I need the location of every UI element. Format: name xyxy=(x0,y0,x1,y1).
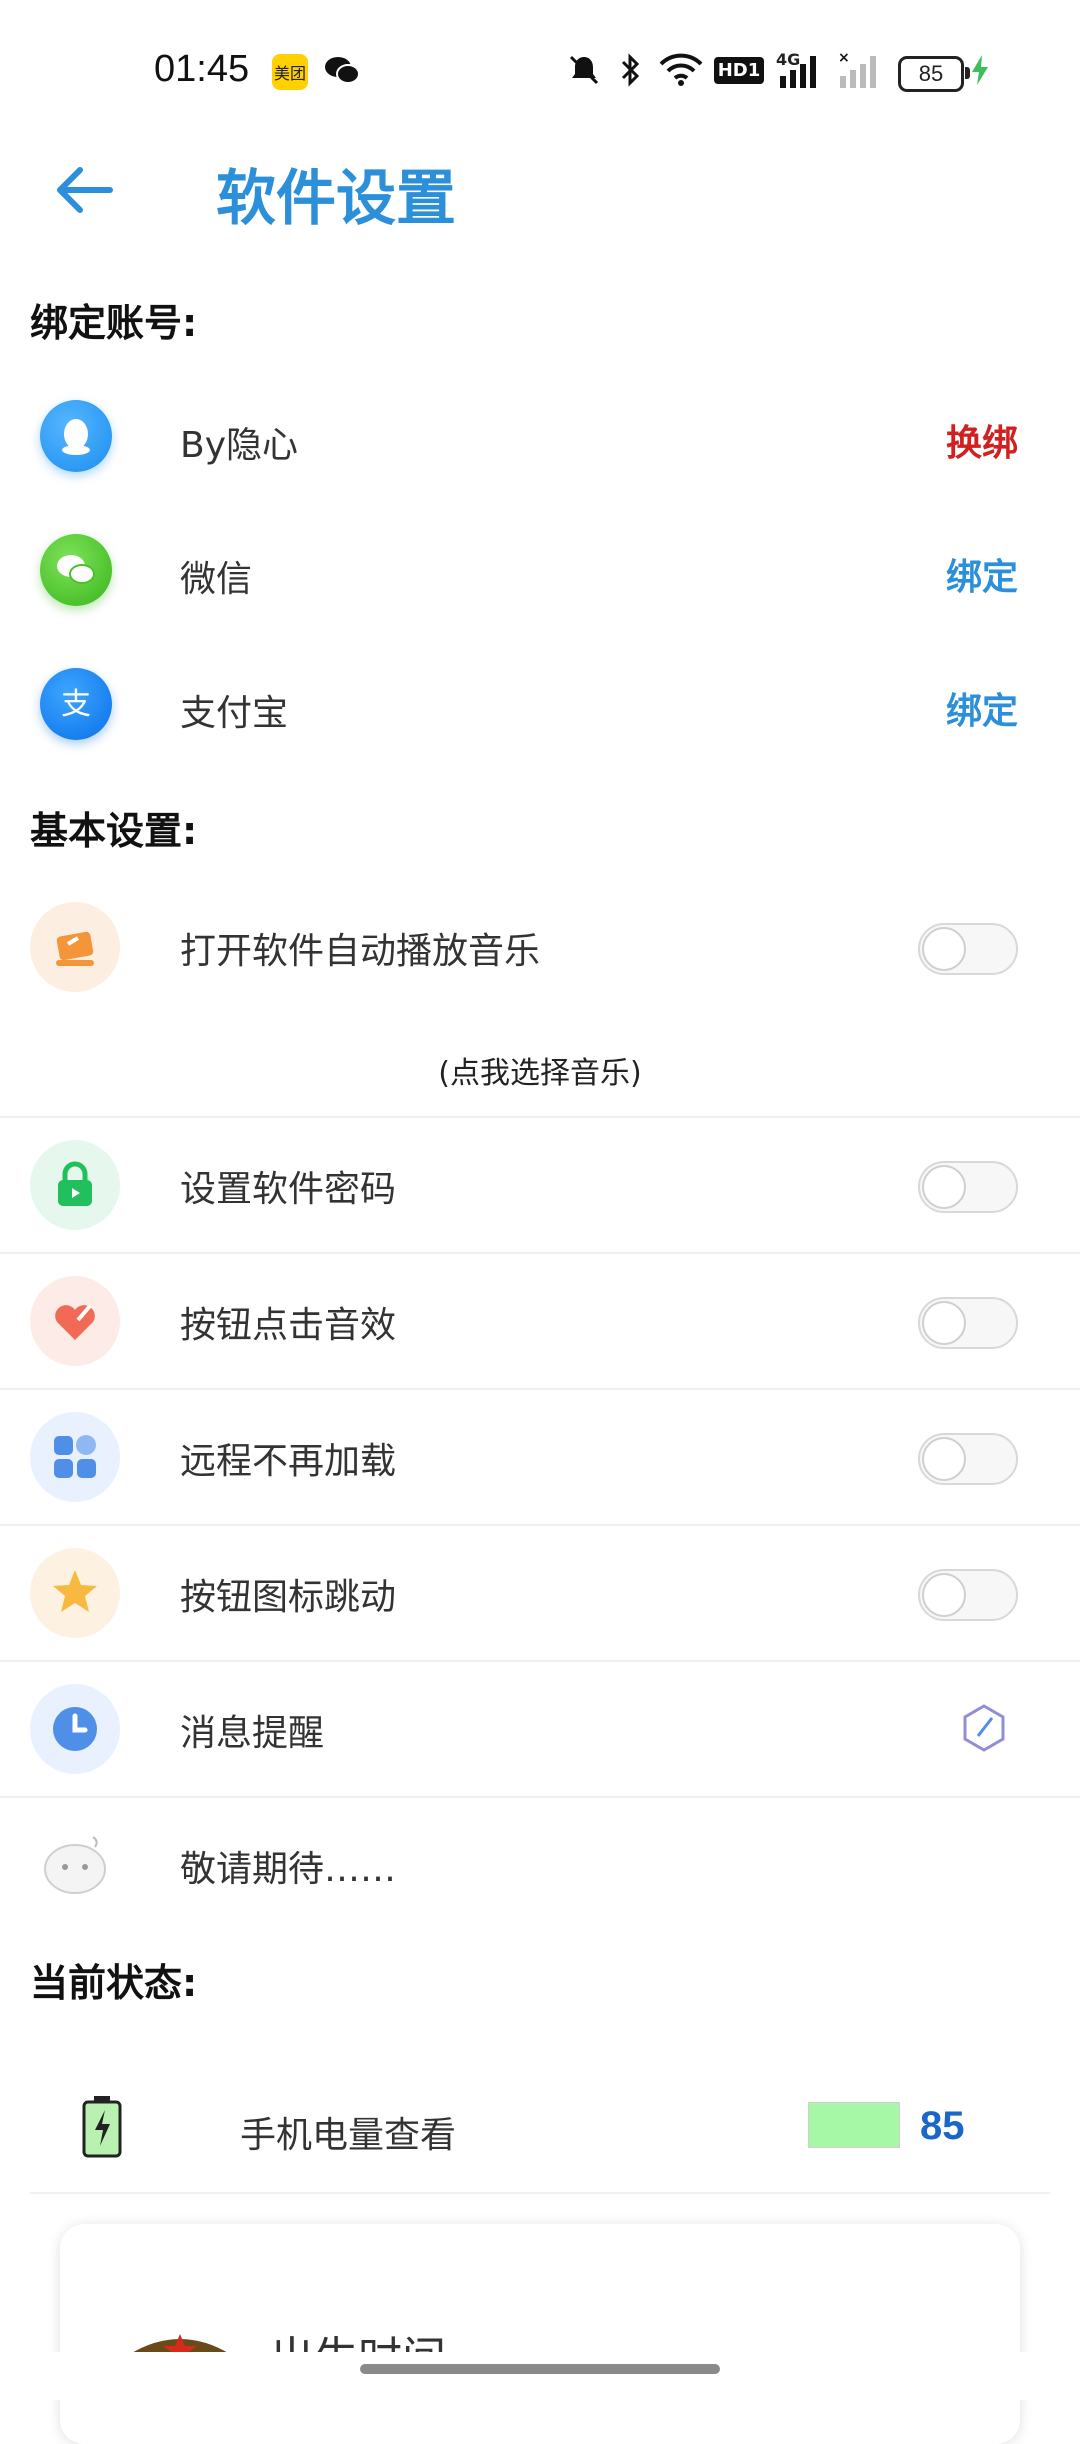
wechat-notify-icon xyxy=(322,50,362,90)
signal-icon: 4G xyxy=(776,50,826,90)
hexagon-icon[interactable] xyxy=(956,1700,1012,1756)
back-arrow-icon[interactable] xyxy=(52,158,116,222)
setting-row-click-sound[interactable]: 按钮点击音效 xyxy=(0,1254,1080,1388)
battery-status-row[interactable]: 手机电量查看 85 xyxy=(0,2060,1080,2190)
ghost-icon xyxy=(30,1820,120,1910)
lock-icon xyxy=(30,1140,120,1230)
account-row-qq[interactable]: By隐心 换绑 xyxy=(0,374,1080,508)
bluetooth-icon xyxy=(616,50,646,90)
section-bind-accounts: 绑定账号: xyxy=(30,301,198,345)
remote-toggle[interactable] xyxy=(918,1433,1018,1485)
bind-wechat-button[interactable]: 绑定 xyxy=(946,548,1018,600)
home-indicator[interactable] xyxy=(360,2364,720,2374)
account-name: 微信 xyxy=(180,559,253,600)
toggle-knob xyxy=(922,1165,966,1209)
choose-music-link[interactable]: (点我选择音乐) xyxy=(0,1048,1080,1092)
setting-row-icon-jump[interactable]: 按钮图标跳动 xyxy=(0,1526,1080,1660)
setting-row-remote[interactable]: 远程不再加载 xyxy=(0,1390,1080,1524)
wechat-icon xyxy=(40,534,112,606)
heart-icon xyxy=(30,1276,120,1366)
setting-label: 敬请期待…… xyxy=(180,1849,397,1890)
setting-label: 远程不再加载 xyxy=(180,1441,397,1482)
setting-row-password[interactable]: 设置软件密码 xyxy=(0,1118,1080,1252)
signal-off-icon: × xyxy=(836,50,886,90)
setting-row-coming-soon: 敬请期待…… xyxy=(0,1798,1080,1932)
setting-row-music[interactable]: 打开软件自动播放音乐 xyxy=(0,880,1080,1014)
setting-label: 按钮图标跳动 xyxy=(180,1577,397,1618)
birth-time-card[interactable]: 出生时间 xyxy=(60,2224,1020,2444)
battery-icon: 85 xyxy=(898,56,970,92)
status-time: 01:45 xyxy=(154,48,250,90)
star-icon xyxy=(30,1548,120,1638)
svg-text:×: × xyxy=(838,50,850,66)
section-basic-settings: 基本设置: xyxy=(30,809,198,853)
account-name: By隐心 xyxy=(180,425,299,466)
meituan-icon: 美团 xyxy=(272,54,308,90)
toggle-knob xyxy=(922,927,966,971)
clock-icon xyxy=(30,1684,120,1774)
bind-alipay-button[interactable]: 绑定 xyxy=(946,682,1018,734)
battery-status-label: 手机电量查看 xyxy=(240,2115,457,2156)
charging-icon xyxy=(968,50,992,90)
mute-icon xyxy=(566,50,602,90)
divider xyxy=(30,2192,1050,2194)
setting-label: 按钮点击音效 xyxy=(180,1305,397,1346)
setting-label: 打开软件自动播放音乐 xyxy=(180,931,541,972)
battery-level-bar xyxy=(808,2102,900,2148)
battery-value: 85 xyxy=(920,2104,965,2148)
rebind-button[interactable]: 换绑 xyxy=(946,414,1018,466)
status-bar: 01:45 美团 HD1 4G × 85 xyxy=(0,0,1080,140)
click-sound-toggle[interactable] xyxy=(918,1297,1018,1349)
icon-jump-toggle[interactable] xyxy=(918,1569,1018,1621)
page-title: 软件设置 xyxy=(216,164,456,234)
toggle-knob xyxy=(922,1573,966,1617)
wifi-icon xyxy=(656,50,706,90)
nav-area xyxy=(0,2352,1080,2400)
music-icon xyxy=(30,902,120,992)
section-current-status: 当前状态: xyxy=(30,1961,198,2005)
toggle-knob xyxy=(922,1301,966,1345)
alipay-icon: 支 xyxy=(40,668,112,740)
account-name: 支付宝 xyxy=(180,693,289,734)
password-toggle[interactable] xyxy=(918,1161,1018,1213)
grid-apps-icon xyxy=(30,1412,120,1502)
setting-row-message[interactable]: 消息提醒 xyxy=(0,1662,1080,1796)
setting-label: 设置软件密码 xyxy=(180,1169,397,1210)
account-row-wechat[interactable]: 微信 绑定 xyxy=(0,508,1080,642)
qq-icon xyxy=(40,400,112,472)
hd-icon: HD1 xyxy=(713,50,765,90)
toggle-knob xyxy=(922,1437,966,1481)
music-toggle[interactable] xyxy=(918,923,1018,975)
setting-label: 消息提醒 xyxy=(180,1713,325,1754)
svg-text:支: 支 xyxy=(61,687,91,722)
battery-charging-icon xyxy=(80,2094,124,2160)
account-row-alipay[interactable]: 支 支付宝 绑定 xyxy=(0,642,1080,776)
